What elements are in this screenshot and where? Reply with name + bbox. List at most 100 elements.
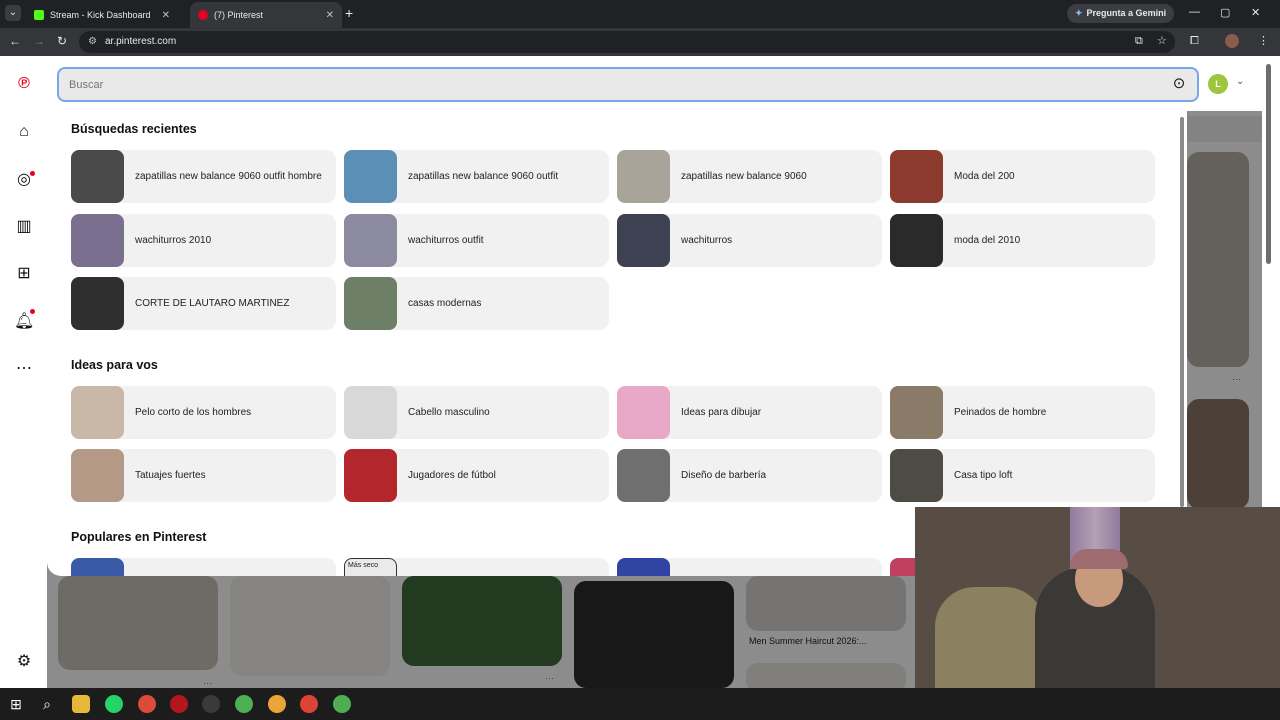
browser-menu-icon[interactable]: ⋮ (1258, 35, 1269, 47)
gemini-label: Pregunta a Gemini (1086, 8, 1167, 18)
browser-toolbar: ← → ↻ ⚙ ar.pinterest.com ⧉ ☆ ⧠ ⋮ (0, 28, 1280, 56)
page-scroll-thumb[interactable] (1266, 64, 1271, 264)
search-input[interactable] (57, 67, 1199, 102)
messages-icon[interactable]: ⋯ (14, 359, 34, 379)
search-item-label: moda del 2010 (954, 234, 1021, 246)
idea-item[interactable]: Casa tipo loft (890, 449, 1155, 502)
idea-item[interactable]: Jugadores de fútbol (344, 449, 609, 502)
tab-pinterest[interactable]: (7) Pinterest ✕ (190, 2, 342, 28)
browser-profile-avatar[interactable] (1225, 34, 1239, 48)
chrome-profile-icon[interactable] (268, 695, 286, 713)
chrome-profile-icon[interactable] (300, 695, 318, 713)
idea-item[interactable]: Cabello masculino (344, 386, 609, 439)
back-arrow-icon[interactable]: ← (9, 34, 21, 48)
popular-item[interactable] (617, 558, 882, 576)
chrome-profile-icon[interactable] (333, 695, 351, 713)
chrome-profile-icon[interactable] (235, 695, 253, 713)
recent-search-item[interactable]: zapatillas new balance 9060 outfit hombr… (71, 150, 336, 203)
home-icon[interactable]: ⌂ (14, 122, 34, 142)
notifications-dot (30, 309, 35, 314)
idea-thumbnail (71, 386, 124, 439)
windows-taskbar: ⊞ ⌕ (0, 688, 1280, 720)
recent-search-item[interactable]: casas modernas (344, 277, 609, 330)
recent-search-item[interactable]: Moda del 200 (890, 150, 1155, 203)
gemini-button[interactable]: ✦ Pregunta a Gemini (1067, 4, 1175, 23)
idea-item[interactable]: Diseño de barbería (617, 449, 882, 502)
kick-favicon-icon (34, 10, 44, 20)
recent-search-item[interactable]: CORTE DE LAUTARO MARTINEZ (71, 277, 336, 330)
windows-start-icon[interactable]: ⊞ (7, 695, 25, 713)
create-plus-icon[interactable]: ⊞ (14, 264, 34, 284)
popular-item[interactable] (71, 558, 336, 576)
search-header: ⊙ L ⌄ (47, 56, 1262, 111)
account-chevron-down-icon[interactable]: ⌄ (1236, 76, 1244, 87)
pinterest-logo-icon[interactable]: ℗ (14, 74, 34, 94)
boards-icon[interactable]: ▥ (14, 217, 34, 237)
idea-thumbnail (890, 386, 943, 439)
idea-thumbnail (344, 449, 397, 502)
address-bar[interactable]: ⚙ ar.pinterest.com (79, 31, 1175, 53)
idea-thumbnail (344, 386, 397, 439)
chrome-icon[interactable] (138, 695, 156, 713)
popular-thumb-text: Más (348, 562, 362, 569)
recent-search-item[interactable]: wachiturros 2010 (71, 214, 336, 267)
app-icon[interactable] (170, 695, 188, 713)
browser-tab-bar: ⌄ Stream - Kick Dashboard ✕ (7) Pinteres… (0, 0, 1280, 28)
search-item-label: wachiturros 2010 (135, 234, 212, 246)
settings-gear-icon[interactable]: ⚙ (14, 652, 34, 672)
minimize-button[interactable]: — (1189, 6, 1200, 18)
search-thumbnail (71, 277, 124, 330)
forward-arrow-icon[interactable]: → (33, 34, 45, 48)
idea-thumbnail (617, 449, 670, 502)
recent-search-item[interactable]: wachiturros outfit (344, 214, 609, 267)
close-window-button[interactable]: ✕ (1251, 6, 1260, 19)
notifications-bell-icon[interactable]: 🔔︎ (14, 312, 34, 332)
popular-item[interactable]: Más seco (344, 558, 609, 576)
idea-thumbnail (617, 386, 670, 439)
idea-item-label: Casa tipo loft (954, 469, 1013, 481)
file-explorer-icon[interactable] (72, 695, 90, 713)
user-avatar[interactable]: L (1208, 74, 1228, 94)
new-tab-button[interactable]: + (345, 6, 353, 20)
search-item-label: Moda del 200 (954, 170, 1015, 182)
idea-item[interactable]: Tatuajes fuertes (71, 449, 336, 502)
site-info-icon[interactable]: ⚙ (88, 31, 97, 53)
search-item-label: zapatillas new balance 9060 outfit (408, 170, 559, 182)
idea-item-label: Ideas para dibujar (681, 406, 762, 418)
explore-notification-dot (30, 171, 35, 176)
bookmark-star-icon[interactable]: ☆ (1157, 35, 1167, 47)
install-app-icon[interactable]: ⧉ (1135, 35, 1143, 47)
idea-item[interactable]: Ideas para dibujar (617, 386, 882, 439)
search-item-label: zapatillas new balance 9060 outfit hombr… (135, 170, 322, 182)
popular-thumbnail (617, 558, 670, 576)
obs-icon[interactable] (202, 695, 220, 713)
idea-item-label: Peinados de hombre (954, 406, 1047, 418)
tab-search-menu-icon[interactable]: ⌄ (5, 5, 21, 21)
visual-search-camera-icon[interactable]: ⊙ (1170, 75, 1188, 93)
dropdown-scroll-thumb[interactable] (1180, 117, 1184, 507)
taskbar-search-icon[interactable]: ⌕ (38, 695, 56, 713)
extensions-icon[interactable]: ⧠ (1190, 35, 1199, 47)
person-left (935, 587, 1045, 688)
recent-search-item[interactable]: zapatillas new balance 9060 outfit (344, 150, 609, 203)
tab-kick-dashboard[interactable]: Stream - Kick Dashboard ✕ (26, 2, 178, 28)
idea-item[interactable]: Pelo corto de los hombres (71, 386, 336, 439)
maximize-button[interactable]: ▢ (1220, 6, 1230, 19)
idea-item-label: Jugadores de fútbol (408, 469, 496, 481)
recent-search-item[interactable]: moda del 2010 (890, 214, 1155, 267)
tab-close-icon[interactable]: ✕ (162, 10, 170, 21)
whatsapp-icon[interactable] (105, 695, 123, 713)
person-cap (1070, 549, 1128, 569)
recent-search-item[interactable]: zapatillas new balance 9060 (617, 150, 882, 203)
reload-icon[interactable]: ↻ (57, 34, 67, 48)
recent-search-item[interactable]: wachiturros (617, 214, 882, 267)
webcam-overlay (915, 507, 1280, 688)
idea-item[interactable]: Peinados de hombre (890, 386, 1155, 439)
idea-thumbnail (71, 449, 124, 502)
tab-close-icon[interactable]: ✕ (326, 10, 334, 21)
search-thumbnail (890, 214, 943, 267)
search-item-label: wachiturros outfit (408, 234, 484, 246)
search-thumbnail (617, 214, 670, 267)
idea-item-label: Tatuajes fuertes (135, 469, 206, 481)
popular-thumb-text: seco (363, 562, 378, 569)
